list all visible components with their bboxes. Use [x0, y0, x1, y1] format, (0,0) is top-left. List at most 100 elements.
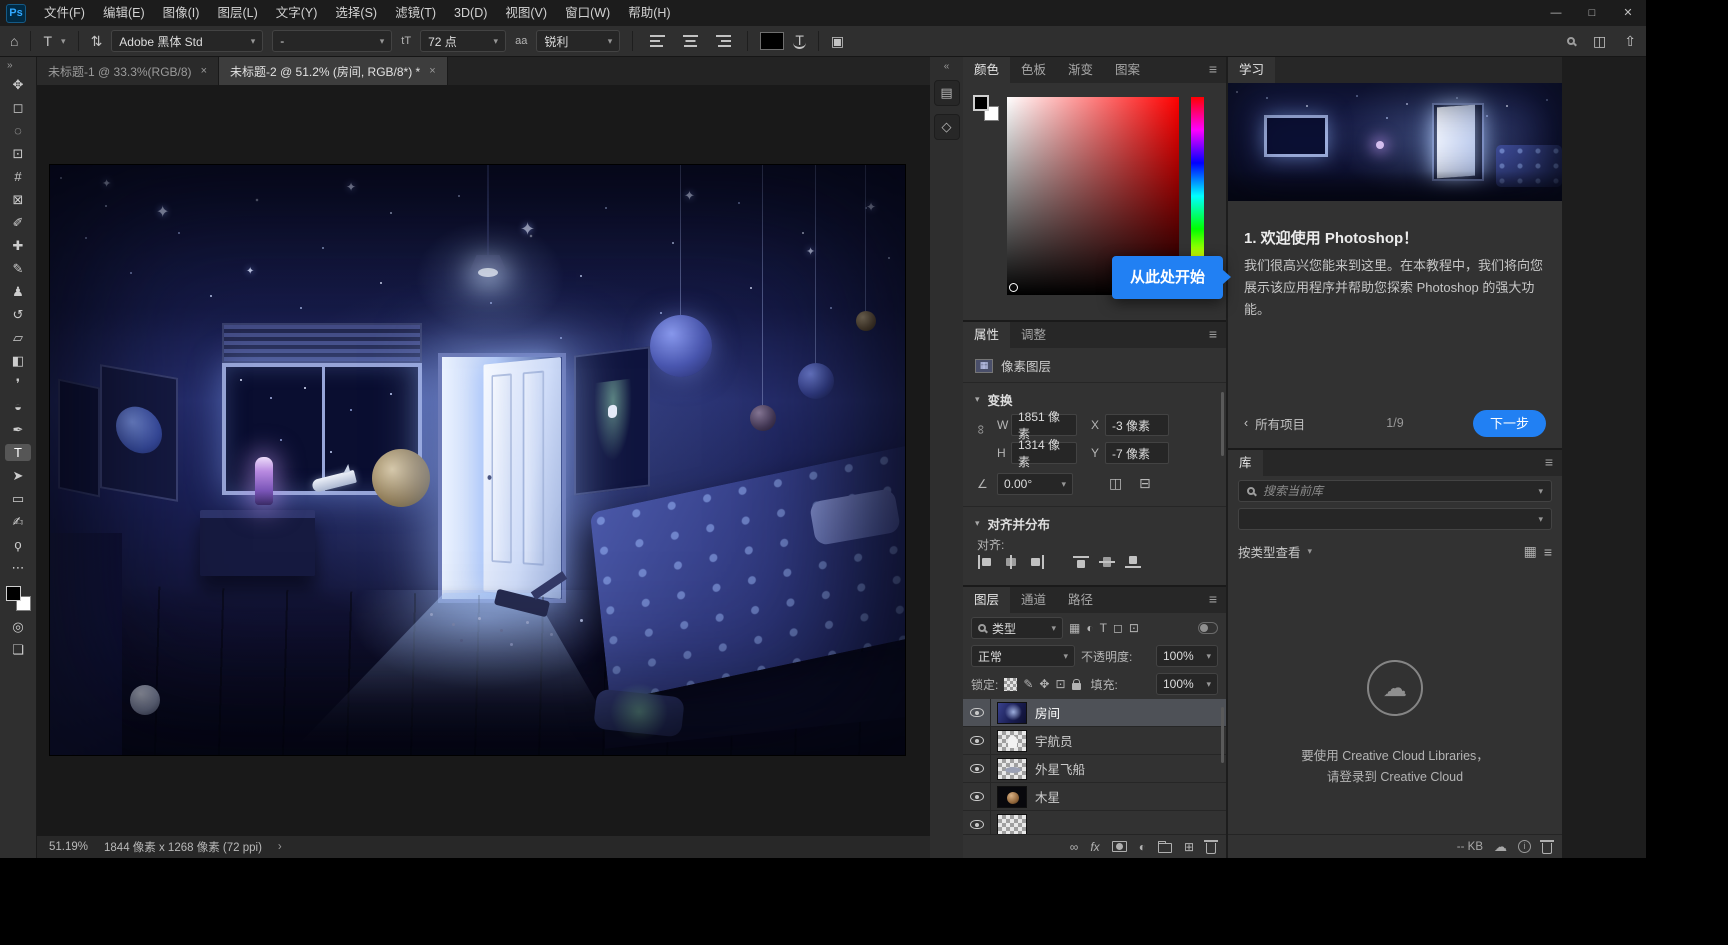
- tab-swatches[interactable]: 色板: [1010, 57, 1057, 83]
- frame-tool[interactable]: ⊠: [5, 191, 31, 208]
- y-field[interactable]: -7 像素: [1105, 442, 1169, 464]
- layer-name[interactable]: 木星: [1035, 787, 1060, 806]
- next-step-button[interactable]: 下一步: [1473, 410, 1546, 437]
- menu-window[interactable]: 窗口(W): [556, 0, 619, 26]
- layer-row-jupiter[interactable]: 木星: [963, 783, 1226, 811]
- marquee-tool[interactable]: ◻: [5, 99, 31, 116]
- tab-gradients[interactable]: 渐变: [1057, 57, 1104, 83]
- align-section-header[interactable]: ▾ 对齐并分布: [975, 514, 1050, 533]
- menu-view[interactable]: 视图(V): [496, 0, 556, 26]
- hand-tool[interactable]: ✍: [5, 513, 31, 530]
- chevron-down-icon[interactable]: ▾: [1308, 547, 1313, 556]
- opacity-select[interactable]: 100% ▾: [1156, 645, 1218, 667]
- layer-effects-icon[interactable]: fx: [1090, 840, 1099, 854]
- home-icon[interactable]: ⌂: [10, 34, 18, 48]
- zoom-level[interactable]: 51.19%: [49, 841, 88, 853]
- eraser-tool[interactable]: ▱: [5, 329, 31, 346]
- edit-toolbar-icon[interactable]: ⋯: [5, 559, 31, 576]
- brush-tool[interactable]: ✎: [5, 260, 31, 277]
- expand-panels-icon[interactable]: «: [930, 57, 963, 72]
- tool-preset-icon[interactable]: T: [43, 34, 52, 48]
- link-dimensions-icon[interactable]: ∞: [974, 425, 989, 434]
- new-layer-icon[interactable]: ⊞: [1184, 840, 1194, 854]
- color-fg-bg-swatches[interactable]: [973, 95, 999, 121]
- filter-smart-object-icon[interactable]: ⊡: [1129, 621, 1139, 635]
- align-left-button[interactable]: [973, 552, 997, 572]
- font-size-select[interactable]: 72 点 ▾: [420, 30, 506, 52]
- tab-paths[interactable]: 路径: [1057, 587, 1104, 613]
- eye-icon[interactable]: [970, 792, 984, 801]
- lasso-tool[interactable]: ◌: [5, 122, 31, 139]
- lock-pixels-icon[interactable]: ✎: [1023, 677, 1033, 691]
- flip-vertical-icon[interactable]: ⊟: [1139, 475, 1151, 492]
- tab-libraries[interactable]: 库: [1228, 450, 1263, 476]
- layer-thumbnail[interactable]: [997, 814, 1027, 835]
- lock-transparency-icon[interactable]: [1004, 678, 1017, 691]
- menu-layer[interactable]: 图层(L): [208, 0, 266, 26]
- align-top-button[interactable]: [1069, 552, 1093, 572]
- history-brush-tool[interactable]: ↺: [5, 306, 31, 323]
- layer-thumbnail[interactable]: [997, 786, 1027, 808]
- clone-stamp-tool[interactable]: ♟: [5, 283, 31, 300]
- fill-select[interactable]: 100% ▾: [1156, 673, 1218, 695]
- menu-filter[interactable]: 滤镜(T): [386, 0, 445, 26]
- adjustment-layer-icon[interactable]: ◐: [1139, 840, 1146, 854]
- share-icon[interactable]: ⇧: [1624, 34, 1636, 48]
- info-icon[interactable]: [1518, 840, 1531, 853]
- sync-cloud-icon[interactable]: ☁: [1494, 839, 1507, 855]
- pen-tool[interactable]: ✒: [5, 421, 31, 438]
- panel-menu-icon[interactable]: ≡: [1200, 322, 1226, 348]
- canvas-image[interactable]: ✦ ✦ ✦ ✦ ✦ ✦ ✦ ✦: [50, 165, 905, 755]
- visibility-cell[interactable]: [963, 811, 991, 834]
- type-tool[interactable]: T: [5, 444, 31, 461]
- tab-properties[interactable]: 属性: [963, 322, 1010, 348]
- foreground-background-swatches[interactable]: [5, 585, 32, 612]
- tab-adjustments[interactable]: 调整: [1010, 322, 1057, 348]
- lock-artboard-icon[interactable]: ⊡: [1055, 677, 1065, 691]
- collapsed-panel-icon-2[interactable]: ◇: [934, 114, 960, 140]
- foreground-color-swatch[interactable]: [973, 95, 989, 111]
- delete-library-icon[interactable]: [1542, 843, 1552, 854]
- layer-thumbnail[interactable]: [997, 758, 1027, 780]
- healing-brush-tool[interactable]: ✚: [5, 237, 31, 254]
- quick-mask-icon[interactable]: ◎: [5, 618, 31, 635]
- align-right-button[interactable]: [1025, 552, 1049, 572]
- visibility-cell[interactable]: [963, 755, 991, 782]
- collapse-toolbar-icon[interactable]: »: [0, 57, 36, 71]
- eye-icon[interactable]: [970, 708, 984, 717]
- layer-row-room[interactable]: 房间: [963, 699, 1226, 727]
- crop-tool[interactable]: #: [5, 168, 31, 185]
- view-by-label[interactable]: 按类型查看: [1238, 542, 1301, 561]
- scrollbar[interactable]: [1221, 392, 1224, 456]
- color-cursor[interactable]: [1009, 283, 1018, 292]
- visibility-cell[interactable]: [963, 699, 991, 726]
- align-text-right-button[interactable]: [711, 31, 735, 51]
- grid-view-icon[interactable]: ▦: [1524, 543, 1537, 560]
- layer-row-partial[interactable]: [963, 811, 1226, 834]
- close-button[interactable]: ✕: [1610, 0, 1646, 26]
- menu-image[interactable]: 图像(I): [154, 0, 209, 26]
- status-chevron-icon[interactable]: ›: [278, 841, 282, 853]
- filter-type-icon[interactable]: T: [1100, 621, 1107, 635]
- align-text-center-button[interactable]: [678, 31, 702, 51]
- transform-section-header[interactable]: ▾ 变换: [975, 390, 1013, 409]
- list-view-icon[interactable]: ≡: [1544, 544, 1552, 560]
- all-items-link[interactable]: ‹ 所有项目: [1244, 414, 1305, 433]
- layer-name[interactable]: 房间: [1035, 703, 1060, 722]
- x-field[interactable]: -3 像素: [1105, 414, 1169, 436]
- layer-row-astronaut[interactable]: 宇航员: [963, 727, 1226, 755]
- close-tab-icon[interactable]: ×: [429, 65, 435, 77]
- filter-adjustment-icon[interactable]: ◐: [1086, 621, 1093, 635]
- lock-position-icon[interactable]: ✥: [1039, 677, 1049, 691]
- text-color-swatch[interactable]: [760, 32, 784, 50]
- width-field[interactable]: 1851 像素: [1011, 414, 1077, 436]
- text-orientation-icon[interactable]: ⇅: [91, 34, 103, 48]
- tab-channels[interactable]: 通道: [1010, 587, 1057, 613]
- panel-menu-icon[interactable]: ≡: [1200, 57, 1226, 83]
- align-center-h-button[interactable]: [999, 552, 1023, 572]
- blur-tool[interactable]: ❜: [5, 375, 31, 392]
- layer-name[interactable]: 宇航员: [1035, 731, 1073, 750]
- minimize-button[interactable]: —: [1538, 0, 1574, 26]
- library-search-box[interactable]: ▾: [1238, 480, 1552, 502]
- maximize-button[interactable]: □: [1574, 0, 1610, 26]
